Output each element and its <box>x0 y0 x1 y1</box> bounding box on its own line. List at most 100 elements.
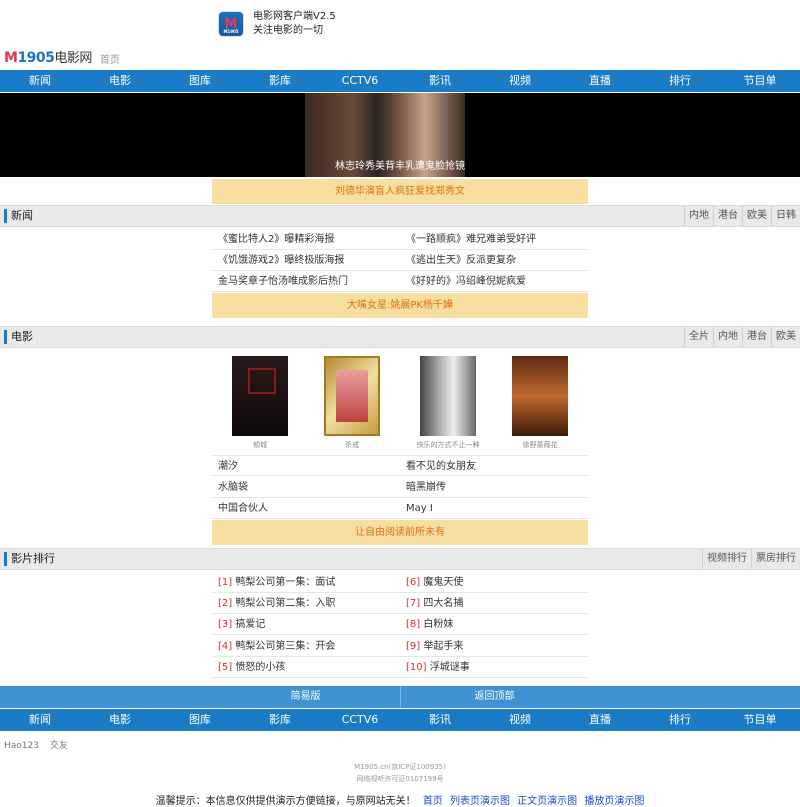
rank-link[interactable]: [10] 浮城谜事 <box>400 657 588 677</box>
nav-item-showtimes[interactable]: 影讯 <box>400 709 480 731</box>
tab-west[interactable]: 欧美 <box>771 327 800 347</box>
rank-title: 鸭梨公司第三集：开会 <box>235 641 336 652</box>
demo-link-home[interactable]: 首页 <box>423 796 443 807</box>
rank-link[interactable]: [9] 举起手来 <box>400 636 588 656</box>
movie-poster[interactable] <box>512 356 568 436</box>
movie-link[interactable]: 潮汐 <box>212 456 400 475</box>
rank-link[interactable]: [7] 四大名捕 <box>400 593 588 613</box>
list-row: 潮汐 看不见的女朋友 <box>212 455 588 476</box>
nav-item-live[interactable]: 直播 <box>560 70 640 92</box>
poster-caption[interactable]: 杀戒 <box>312 440 392 450</box>
movie-poster[interactable] <box>232 356 288 436</box>
section-title: 新闻 <box>4 209 33 223</box>
nav-item-schedule[interactable]: 节目单 <box>720 709 800 731</box>
tab-hk-tw[interactable]: 港台 <box>742 327 771 347</box>
nav-item-gallery[interactable]: 图库 <box>160 709 240 731</box>
rank-title: 白粉妹 <box>423 619 454 630</box>
list-row: 金马奖章子怡汤唯成影后热门 《好好的》冯绍峰倪妮疯爱 <box>212 271 588 292</box>
tab-mainland[interactable]: 内地 <box>713 327 742 347</box>
rank-title: 搞爱记 <box>235 619 266 630</box>
nav-item-ranking[interactable]: 排行 <box>640 70 720 92</box>
nav-item-movies[interactable]: 电影 <box>80 70 160 92</box>
movie-link[interactable]: 中国合伙人 <box>212 498 400 518</box>
movie-link[interactable]: May I <box>400 498 588 518</box>
simple-version-link[interactable]: 简易版 <box>212 686 400 708</box>
headline-link[interactable]: 大嘴女星:姚晨PK杨千嬅 <box>212 293 588 318</box>
site-header: M1905电影网 首页 <box>4 48 120 66</box>
nav-item-news[interactable]: 新闻 <box>0 709 80 731</box>
banner-slide[interactable]: 林志玲秀美背丰乳遭鬼脸抢镜 <box>0 93 800 177</box>
rank-number: [1] <box>218 577 233 588</box>
news-link[interactable]: 金马奖章子怡汤唯成影后热门 <box>212 271 400 291</box>
rank-link[interactable]: [2] 鸭梨公司第二集：入职 <box>212 593 400 613</box>
friend-link-dating[interactable]: 交友 <box>50 741 68 751</box>
nav-item-live[interactable]: 直播 <box>560 709 640 731</box>
nav-item-news[interactable]: 新闻 <box>0 70 80 92</box>
rank-number: [9] <box>406 641 421 652</box>
nav-item-schedule[interactable]: 节目单 <box>720 70 800 92</box>
news-link[interactable]: 《一路顺疯》难兄难弟受好评 <box>400 229 588 249</box>
movie-link[interactable]: 看不见的女朋友 <box>400 456 588 475</box>
nav-item-gallery[interactable]: 图库 <box>160 70 240 92</box>
tab-mainland[interactable]: 内地 <box>684 206 713 226</box>
movie-link[interactable]: 暗黑崩传 <box>400 477 588 497</box>
section-title: 影片排行 <box>4 552 55 566</box>
nav-item-library[interactable]: 影库 <box>240 709 320 731</box>
nav-item-movies[interactable]: 电影 <box>80 709 160 731</box>
demo-link-player[interactable]: 播放页演示图 <box>584 796 644 807</box>
news-section-header: 新闻 内地 港台 欧美 日韩 <box>0 205 800 227</box>
rank-link[interactable]: [4] 鸭梨公司第三集：开会 <box>212 636 400 656</box>
back-to-top-link[interactable]: 返回顶部 <box>401 686 589 708</box>
list-row: 《饥饿游戏2》曝终极版海报 《逃出生天》反派更复杂 <box>212 250 588 271</box>
rank-number: [8] <box>406 619 421 630</box>
headline-link[interactable]: 让自由阅读前所未有 <box>212 520 588 545</box>
rank-link[interactable]: [8] 白粉妹 <box>400 614 588 634</box>
friend-links: Hao123 交友 <box>4 738 76 751</box>
tab-boxoffice-ranking[interactable]: 票房排行 <box>751 549 800 569</box>
nav-item-ranking[interactable]: 排行 <box>640 709 720 731</box>
movie-poster[interactable] <box>420 356 476 436</box>
rank-link[interactable]: [6] 魔鬼天使 <box>400 572 588 592</box>
nav-item-showtimes[interactable]: 影讯 <box>400 70 480 92</box>
rank-link[interactable]: [3] 搞爱记 <box>212 614 400 634</box>
nav-item-video[interactable]: 视频 <box>480 709 560 731</box>
tab-jp-kr[interactable]: 日韩 <box>771 206 800 226</box>
tab-hk-tw[interactable]: 港台 <box>713 206 742 226</box>
poster-caption[interactable]: 快乐的方式不止一种 <box>408 440 488 450</box>
news-link[interactable]: 《饥饿游戏2》曝终极版海报 <box>212 250 400 270</box>
rank-title: 举起手来 <box>423 641 464 652</box>
rank-title: 魔鬼天使 <box>423 577 464 588</box>
app-logo-icon: M M1905 <box>218 11 244 37</box>
nav-item-library[interactable]: 影库 <box>240 70 320 92</box>
demo-link-article[interactable]: 正文页演示图 <box>517 796 577 807</box>
breadcrumb-home[interactable]: 首页 <box>100 51 120 66</box>
tab-all[interactable]: 全片 <box>684 327 713 347</box>
site-logo[interactable]: M1905电影网 <box>4 47 92 66</box>
rank-link[interactable]: [5] 愤怒的小孩 <box>212 657 400 677</box>
app-download-bar[interactable]: M M1905 电影网客户端V2.5 关注电影的一切 <box>218 8 336 40</box>
tab-video-ranking[interactable]: 视频排行 <box>702 549 751 569</box>
poster-caption[interactable]: 徐野蔷薇花 <box>500 440 580 450</box>
list-row: [2] 鸭梨公司第二集：入职 [7] 四大名捕 <box>212 593 588 614</box>
rank-number: [3] <box>218 619 233 630</box>
news-link[interactable]: 《逃出生天》反派更复杂 <box>400 250 588 270</box>
movie-link[interactable]: 水脑袋 <box>212 477 400 497</box>
poster-caption[interactable]: 傾城 <box>220 440 300 450</box>
demo-link-list[interactable]: 列表页演示图 <box>450 796 510 807</box>
nav-item-cctv6[interactable]: CCTV6 <box>320 70 400 92</box>
news-link[interactable]: 《蜜比特人2》曝精彩海报 <box>212 229 400 249</box>
list-row: [4] 鸭梨公司第三集：开会 [9] 举起手来 <box>212 636 588 657</box>
rank-title: 浮城谜事 <box>429 662 470 673</box>
rank-title: 四大名捕 <box>423 598 464 609</box>
headline-link[interactable]: 刘德华演盲人疯狂爱找郑秀文 <box>212 179 588 204</box>
nav-item-video[interactable]: 视频 <box>480 70 560 92</box>
rank-link[interactable]: [1] 鸭梨公司第一集：面试 <box>212 572 400 592</box>
friend-link-hao123[interactable]: Hao123 <box>4 741 39 751</box>
rank-number: [5] <box>218 662 233 673</box>
list-row: 水脑袋 暗黑崩传 <box>212 477 588 498</box>
nav-item-cctv6[interactable]: CCTV6 <box>320 709 400 731</box>
movie-poster[interactable] <box>324 356 380 436</box>
tab-west[interactable]: 欧美 <box>742 206 771 226</box>
news-link[interactable]: 《好好的》冯绍峰倪妮疯爱 <box>400 271 588 291</box>
list-row: [1] 鸭梨公司第一集：面试 [6] 魔鬼天使 <box>212 572 588 593</box>
